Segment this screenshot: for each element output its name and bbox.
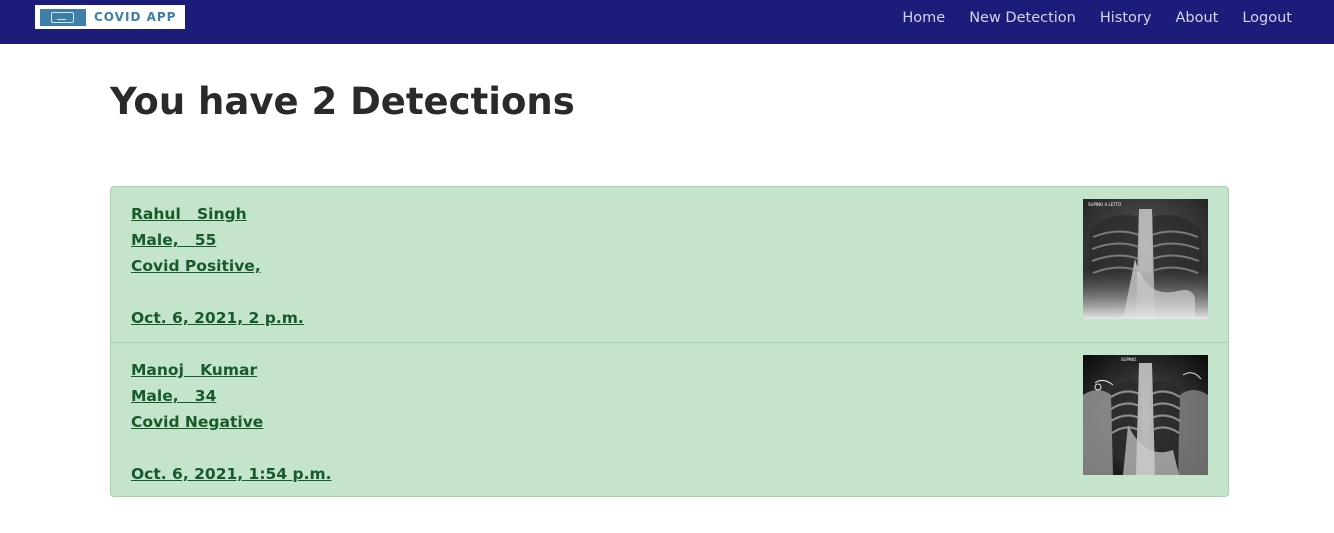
xray-thumbnail[interactable]: SUPINO bbox=[1083, 355, 1208, 475]
nav-home-link[interactable]: Home bbox=[902, 10, 945, 26]
detection-details: Rahul Singh Male, 55 Covid Positive, Oct… bbox=[131, 201, 304, 331]
xray-caption: SUPINO bbox=[1121, 357, 1136, 362]
detection-item[interactable]: Rahul Singh Male, 55 Covid Positive, Oct… bbox=[111, 187, 1228, 342]
patient-name-link[interactable]: Rahul Singh bbox=[131, 201, 304, 227]
nav-history-link[interactable]: History bbox=[1100, 10, 1152, 26]
xray-thumbnail[interactable]: SUPINO A LETTO bbox=[1083, 199, 1208, 319]
patient-name-link[interactable]: Manoj Kumar bbox=[131, 357, 332, 383]
nav-links: Home New Detection History About Logout bbox=[878, 0, 1292, 36]
detection-datetime-link[interactable]: Oct. 6, 2021, 2 p.m. bbox=[131, 305, 304, 331]
detection-result-link[interactable]: Covid Positive, bbox=[131, 253, 304, 279]
patient-gender-age-link[interactable]: Male, 55 bbox=[131, 227, 304, 253]
detection-result-link[interactable]: Covid Negative bbox=[131, 409, 332, 435]
logo-text: COVID APP bbox=[94, 10, 177, 24]
navbar: COVID APP Home New Detection History Abo… bbox=[0, 0, 1334, 44]
logo-icon bbox=[40, 8, 86, 26]
nav-about-link[interactable]: About bbox=[1175, 10, 1218, 26]
app-logo[interactable]: COVID APP bbox=[35, 5, 185, 29]
page-title: You have 2 Detections bbox=[110, 80, 575, 123]
detection-datetime-link[interactable]: Oct. 6, 2021, 1:54 p.m. bbox=[131, 461, 332, 487]
detection-item[interactable]: Manoj Kumar Male, 34 Covid Negative Oct.… bbox=[111, 342, 1228, 497]
nav-logout-link[interactable]: Logout bbox=[1242, 10, 1292, 26]
xray-caption: SUPINO A LETTO bbox=[1088, 202, 1121, 207]
detection-list: Rahul Singh Male, 55 Covid Positive, Oct… bbox=[110, 186, 1229, 497]
detection-details: Manoj Kumar Male, 34 Covid Negative Oct.… bbox=[131, 357, 332, 487]
nav-new-detection-link[interactable]: New Detection bbox=[969, 10, 1076, 26]
patient-gender-age-link[interactable]: Male, 34 bbox=[131, 383, 332, 409]
